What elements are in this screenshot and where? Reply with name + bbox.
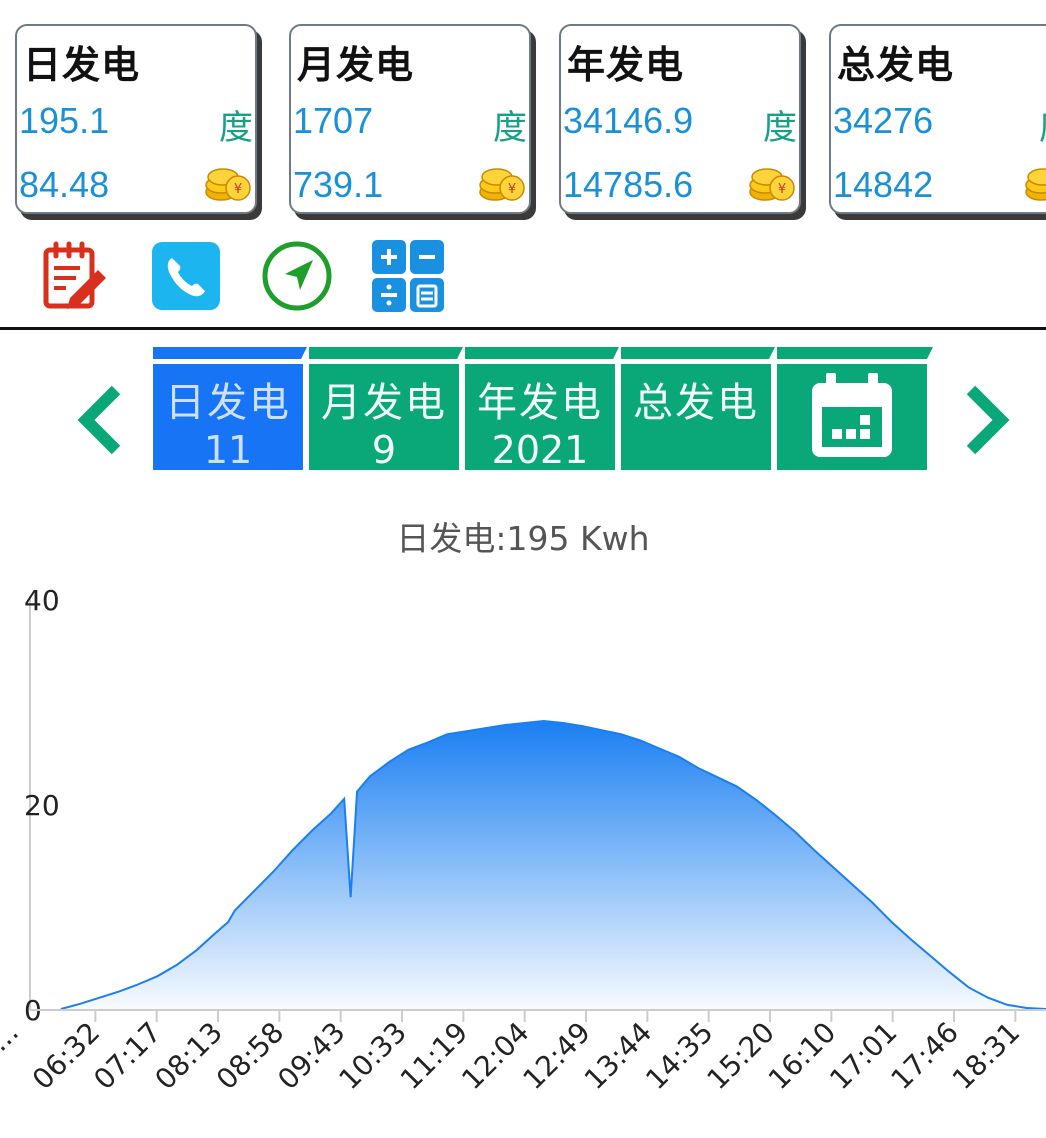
card-money-value: 739.1 <box>293 164 384 205</box>
tab-label: 年发电 <box>477 380 603 426</box>
card-title: 年发电 <box>567 42 685 87</box>
card-energy-value: 1707 <box>293 100 374 141</box>
x-tick-label: 08:58 <box>210 1016 290 1096</box>
x-tick-label: 07:17 <box>87 1016 167 1096</box>
chevron-right-icon[interactable] <box>955 380 1015 460</box>
chart-title: 日发电:195 Kwh <box>396 519 650 558</box>
phone-icon[interactable] <box>150 240 222 312</box>
card-energy-value: 195.1 <box>19 100 110 141</box>
tab-label: 总发电 <box>633 380 759 426</box>
series-area <box>60 720 1046 1010</box>
tab-top-strip <box>153 347 933 359</box>
calendar-button[interactable] <box>777 364 927 470</box>
x-tick-label: 06:32 <box>26 1016 106 1096</box>
tab-value: 9 <box>371 428 397 472</box>
calculator-icon[interactable] <box>372 240 444 312</box>
x-tick-label: 09:43 <box>271 1016 351 1096</box>
tab-value: 11 <box>203 428 253 472</box>
card-month[interactable]: 月发电 1707 度 739.1 ¥ <box>289 24 531 214</box>
tab-total[interactable]: 总发电 <box>621 364 771 470</box>
coin-icon <box>1025 168 1046 201</box>
card-day[interactable]: 日发电 195.1 度 84.48 ¥ <box>15 24 257 214</box>
x-tick-label: 12:04 <box>455 1016 535 1096</box>
x-tick-label: 15:20 <box>701 1016 781 1096</box>
coin-icon: ¥ <box>479 168 525 201</box>
y-tick-label: 40 <box>24 584 60 617</box>
card-unit: 度 <box>493 108 527 148</box>
navigation-icon[interactable] <box>261 240 333 312</box>
tab-day[interactable]: 日发电 11 <box>153 364 303 472</box>
edit-note-icon[interactable] <box>40 240 112 312</box>
calendar-icon <box>812 373 892 457</box>
card-unit: 度 <box>1039 100 1046 149</box>
coin-icon: ¥ <box>205 168 251 201</box>
tab-month[interactable]: 月发电 9 <box>309 364 459 472</box>
card-energy-value: 34146.9 <box>563 100 694 141</box>
x-tick-label: 17:01 <box>823 1016 903 1096</box>
tab-label: 月发电 <box>321 380 447 426</box>
card-energy-value: 34276 <box>833 100 934 141</box>
divider <box>0 327 1046 330</box>
x-tick-label: 08:13 <box>149 1016 229 1096</box>
coin-icon: ¥ <box>749 168 795 201</box>
svg-text:¥: ¥ <box>508 182 516 197</box>
card-money-value: 14842 <box>833 164 934 205</box>
chevron-left-icon[interactable] <box>72 380 132 460</box>
svg-text:¥: ¥ <box>234 182 242 197</box>
card-title: 月发电 <box>297 42 415 87</box>
card-title: 总发电 <box>837 42 955 87</box>
y-tick-label: 20 <box>24 789 60 822</box>
tab-label: 日发电 <box>165 380 291 426</box>
card-year[interactable]: 年发电 34146.9 度 14785.6 ¥ <box>559 24 801 214</box>
card-unit: 度 <box>219 108 253 148</box>
x-tick-label: ... <box>0 1016 25 1058</box>
generation-area-chart: 02040 ... 06:3207:1708:1308:5809:4310:331… <box>0 584 1046 1096</box>
tab-value: 2021 <box>491 428 589 472</box>
x-tick-label: 18:31 <box>946 1016 1026 1096</box>
card-unit: 度 <box>763 108 797 148</box>
x-tick-label: 17:46 <box>885 1016 965 1096</box>
card-money-value: 84.48 <box>19 164 110 205</box>
x-tick-label: 14:35 <box>639 1016 719 1096</box>
x-tick-label: 13:44 <box>578 1016 658 1096</box>
svg-text:¥: ¥ <box>778 182 786 197</box>
x-tick-label: 16:10 <box>762 1016 842 1096</box>
x-tick-label: 11:19 <box>394 1016 474 1096</box>
tab-year[interactable]: 年发电 2021 <box>465 364 615 472</box>
x-tick-label: 12:49 <box>517 1016 597 1096</box>
card-money-value: 14785.6 <box>563 164 694 205</box>
card-total[interactable]: 总发电 34276 度 14842 <box>829 24 1046 214</box>
card-title: 日发电 <box>23 42 141 87</box>
x-tick-label: 10:33 <box>333 1016 413 1096</box>
